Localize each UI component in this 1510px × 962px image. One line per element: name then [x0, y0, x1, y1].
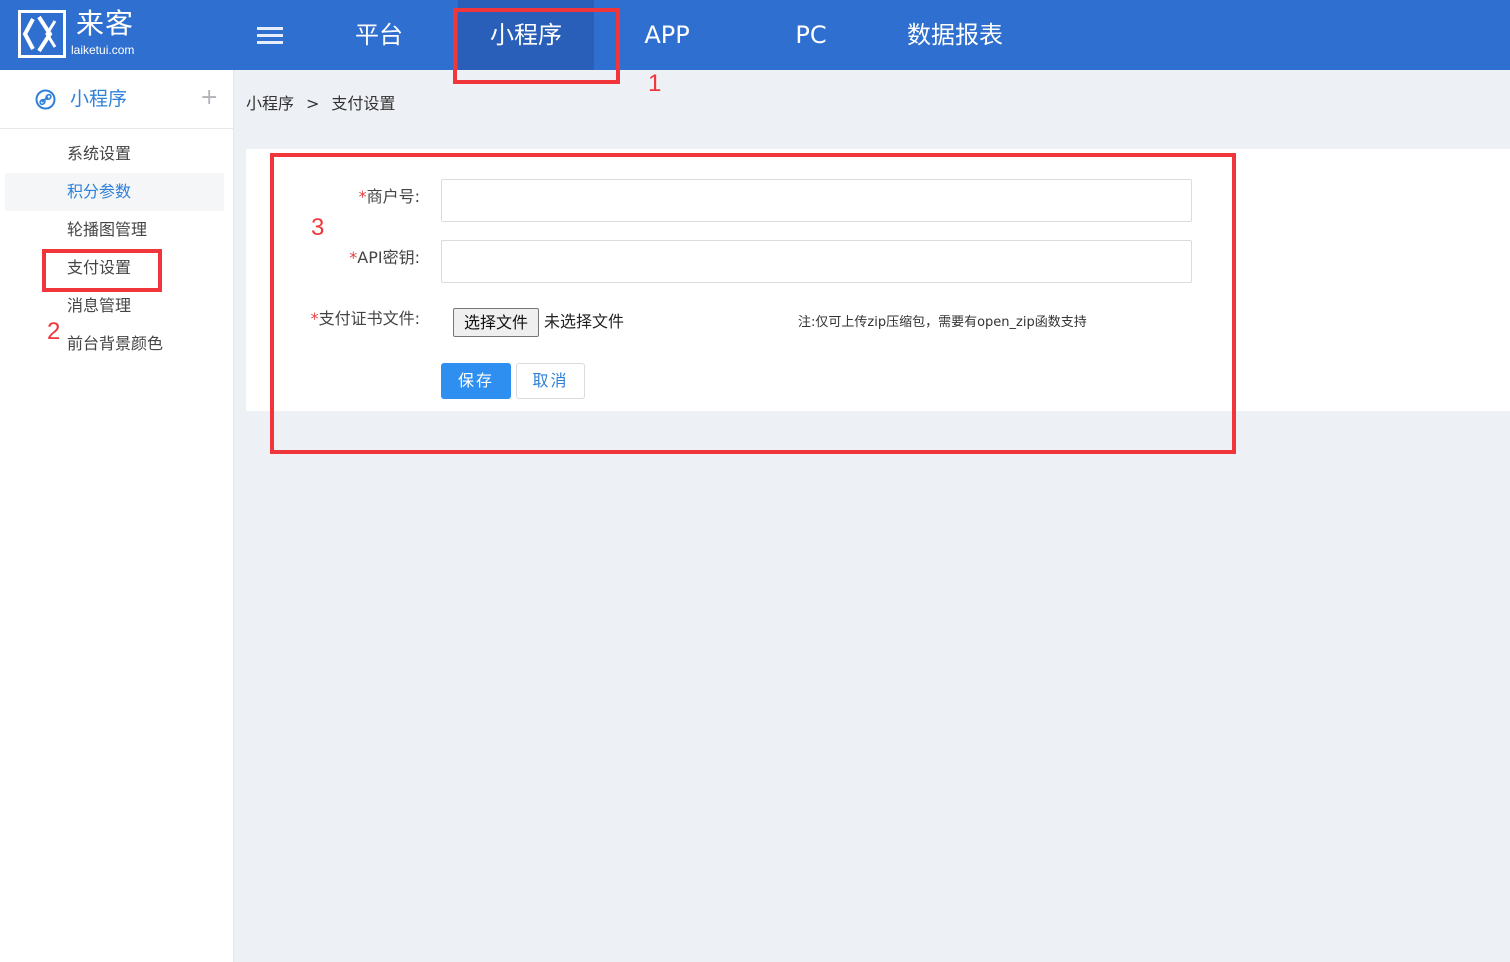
sidebar-section-label: 小程序	[70, 88, 128, 110]
menu-toggle-icon[interactable]	[257, 24, 283, 46]
cancel-button[interactable]: 取消	[516, 363, 585, 399]
sidebar-item-system-settings[interactable]: 系统设置	[5, 135, 224, 173]
brand-name: 来客	[76, 7, 135, 40]
cert-file-label: *支付证书文件:	[310, 309, 420, 328]
sidebar-item-carousel[interactable]: 轮播图管理	[5, 211, 224, 249]
annotation-number-3: 3	[311, 214, 325, 241]
merchant-id-input[interactable]	[441, 179, 1192, 222]
nav-tab-platform[interactable]: 平台	[340, 0, 418, 70]
sidebar: 小程序 + 系统设置 积分参数 轮播图管理 支付设置 消息管理 前台背景颜色	[0, 70, 234, 962]
sidebar-item-bg-color[interactable]: 前台背景颜色	[5, 325, 224, 363]
laike-logo-icon	[18, 10, 66, 58]
top-navbar: 来客 laiketui.com 平台 小程序 APP PC 数据报表	[0, 0, 1510, 70]
breadcrumb-separator: >	[306, 94, 320, 113]
sidebar-item-payment-settings[interactable]: 支付设置	[5, 249, 224, 287]
expand-plus-icon[interactable]: +	[200, 84, 218, 112]
breadcrumb-current: 支付设置	[331, 94, 396, 113]
api-key-label: *API密钥:	[349, 248, 420, 267]
sidebar-item-points-params[interactable]: 积分参数	[5, 173, 224, 211]
payment-settings-form: *商户号: *API密钥: *支付证书文件: 选择文件 未选择文件 注:仅可上传…	[246, 149, 1510, 411]
nav-tab-app[interactable]: APP	[628, 0, 706, 70]
link-icon	[35, 89, 56, 110]
nav-tab-data-report[interactable]: 数据报表	[895, 0, 1015, 70]
brand-domain: laiketui.com	[71, 43, 135, 57]
nav-tab-miniprogram[interactable]: 小程序	[458, 0, 594, 70]
sidebar-section-header[interactable]: 小程序 +	[0, 70, 233, 129]
choose-file-button[interactable]: 选择文件	[453, 308, 539, 337]
save-button[interactable]: 保存	[441, 363, 511, 399]
api-key-input[interactable]	[441, 240, 1192, 283]
breadcrumb-parent[interactable]: 小程序	[246, 93, 294, 115]
file-status-text: 未选择文件	[544, 312, 625, 331]
annotation-number-2: 2	[47, 318, 61, 345]
upload-note: 注:仅可上传zip压缩包，需要有open_zip函数支持	[798, 315, 1087, 330]
annotation-number-1: 1	[648, 70, 662, 97]
merchant-id-label: *商户号:	[358, 187, 420, 206]
breadcrumb: 小程序 > 支付设置	[246, 93, 395, 115]
sidebar-item-messages[interactable]: 消息管理	[5, 287, 224, 325]
nav-tab-pc[interactable]: PC	[775, 0, 847, 70]
